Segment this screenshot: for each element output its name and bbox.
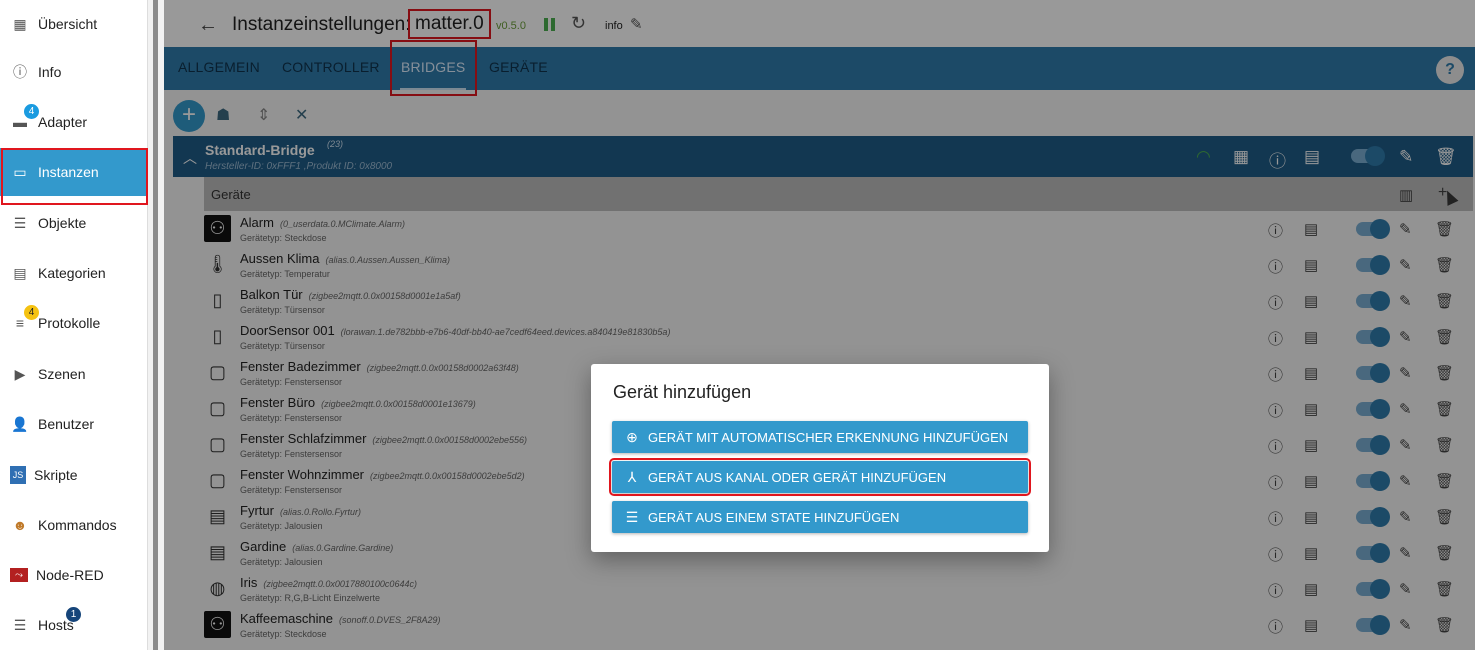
- sidebar-item-label: Instanzen: [38, 164, 99, 180]
- list-icon: ☰: [625, 508, 639, 525]
- terminal-user-icon: ☻: [12, 517, 28, 533]
- hosts-badge: 1: [66, 607, 81, 622]
- user-icon: 👤: [11, 415, 29, 432]
- sidebar-item-skripte[interactable]: JS Skripte: [0, 451, 148, 499]
- sidebar-item-kategorien[interactable]: ▤ Kategorien: [0, 249, 148, 297]
- sidebar-item-label: Info: [38, 64, 62, 80]
- add-from-state-button[interactable]: ☰ GERÄT AUS EINEM STATE HINZUFÜGEN: [612, 501, 1028, 533]
- sidebar-item-label: Protokolle: [38, 315, 101, 331]
- sidebar-item-kommandos[interactable]: ☻ Kommandos: [0, 501, 148, 549]
- sidebar-item-objekte[interactable]: ☰ Objekte: [0, 199, 148, 247]
- list-icon: ☰: [13, 214, 27, 231]
- adapter-badge: 4: [24, 104, 39, 119]
- dialog-title: Gerät hinzufügen: [613, 382, 752, 402]
- sidebar-item-label: Node-RED: [36, 567, 104, 583]
- node-red-icon: ⤳: [10, 568, 28, 582]
- sidebar-item-label: Kategorien: [38, 265, 106, 281]
- instances-icon: ▭: [13, 163, 27, 180]
- sidebar-item-protokolle[interactable]: ≡ 4 Protokolle: [0, 299, 148, 347]
- sidebar-item-node-red[interactable]: ⤳ Node-RED: [0, 551, 148, 599]
- scenes-icon: ▶: [14, 365, 26, 382]
- protokolle-badge: 4: [24, 305, 39, 320]
- hub-icon: ⅄: [627, 468, 637, 485]
- button-label: GERÄT AUS KANAL ODER GERÄT HINZUFÜGEN: [648, 469, 947, 485]
- add-from-channel-button[interactable]: ⅄ GERÄT AUS KANAL ODER GERÄT HINZUFÜGEN: [609, 458, 1031, 496]
- sidebar-item-info[interactable]: ⓘ Info: [0, 48, 148, 96]
- sidebar-item-benutzer[interactable]: 👤 Benutzer: [0, 400, 148, 448]
- hosts-icon: ☰: [13, 616, 27, 633]
- js-icon: JS: [10, 466, 26, 484]
- sidebar-item-uebersicht[interactable]: ▦ Übersicht: [0, 0, 148, 48]
- sidebar-item-label: Skripte: [34, 467, 78, 483]
- sidebar-item-adapter[interactable]: ▬ 4 Adapter: [0, 98, 148, 146]
- sidebar-item-label: Übersicht: [38, 16, 98, 32]
- sidebar-item-hosts[interactable]: ☰ 1 Hosts: [0, 601, 148, 649]
- sidebar-item-instanzen[interactable]: ▭ Instanzen: [0, 148, 148, 196]
- sidebar-item-label: Objekte: [38, 215, 87, 231]
- info-icon: ⓘ: [13, 64, 27, 80]
- sidebar-item-label: Szenen: [38, 366, 86, 382]
- button-label: GERÄT MIT AUTOMATISCHER ERKENNUNG HINZUF…: [648, 429, 1009, 445]
- sidebar-item-label: Adapter: [38, 114, 88, 130]
- sidebar-item-szenen[interactable]: ▶ Szenen: [0, 350, 148, 398]
- grid-icon: ▦: [13, 15, 27, 32]
- categories-icon: ▤: [13, 264, 27, 281]
- auto-detect-icon: ⊕: [626, 428, 638, 445]
- modal-backdrop[interactable]: [164, 0, 1475, 650]
- button-label: GERÄT AUS EINEM STATE HINZUFÜGEN: [648, 509, 900, 525]
- add-device-dialog: Gerät hinzufügen ⊕ GERÄT MIT AUTOMATISCH…: [591, 364, 1049, 552]
- sidebar-item-label: Kommandos: [38, 517, 117, 533]
- sidebar-item-label: Benutzer: [38, 416, 95, 432]
- add-auto-detect-button[interactable]: ⊕ GERÄT MIT AUTOMATISCHER ERKENNUNG HINZ…: [612, 421, 1028, 453]
- sidebar-scrollbar[interactable]: [148, 0, 164, 650]
- sidebar: ▦ Übersicht ⓘ Info ▬ 4 Adapter ▭ Instanz…: [0, 0, 148, 650]
- app-window: ▦ Übersicht ⓘ Info ▬ 4 Adapter ▭ Instanz…: [0, 0, 1475, 650]
